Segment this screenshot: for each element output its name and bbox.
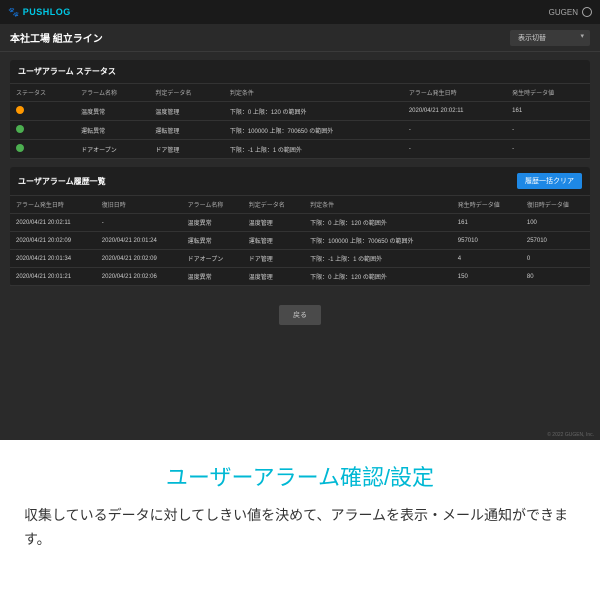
table-row[interactable]: 温度異常温度管理下限：0 上限：120 の範囲外2020/04/21 20:02… xyxy=(10,102,590,121)
col-header: 復旧時データ値 xyxy=(521,196,590,214)
topbar: 🐾 PUSHLOG GUGEN xyxy=(0,0,600,24)
col-header: アラーム発生日時 xyxy=(10,196,96,214)
status-dot-icon xyxy=(16,144,24,152)
table-row[interactable]: 2020/04/21 20:02:11-温度異常温度管理下限：0 上限：120 … xyxy=(10,214,590,232)
status-table: ステータスアラーム名称判定データ名判定条件アラーム発生日時発生時データ値 温度異… xyxy=(10,84,590,159)
table-row[interactable]: 2020/04/21 20:02:092020/04/21 20:01:24運転… xyxy=(10,232,590,250)
table-row[interactable]: 2020/04/21 20:01:212020/04/21 20:02:06温度… xyxy=(10,268,590,286)
status-dot-icon xyxy=(16,106,24,114)
status-dot-icon xyxy=(16,125,24,133)
display-select[interactable]: 表示切替 xyxy=(510,30,590,46)
back-area: 戻る xyxy=(0,294,600,335)
history-panel-header: ユーザアラーム履歴一覧 履歴一括クリア xyxy=(10,167,590,196)
page-title: 本社工場 組立ライン xyxy=(10,30,103,45)
table-row[interactable]: 2020/04/21 20:01:342020/04/21 20:02:09ドア… xyxy=(10,250,590,268)
app-shell: 🐾 PUSHLOG GUGEN 本社工場 組立ライン 表示切替 ユーザアラーム … xyxy=(0,0,600,440)
status-panel-header: ユーザアラーム ステータス xyxy=(10,60,590,84)
col-header: 復旧日時 xyxy=(96,196,182,214)
copyright: © 2022 GUGEN, Inc. xyxy=(547,432,594,438)
status-panel-title: ユーザアラーム ステータス xyxy=(18,66,582,77)
col-header: 発生時データ値 xyxy=(506,84,590,102)
back-button[interactable]: 戻る xyxy=(279,305,321,325)
table-row[interactable]: 運転異常運転管理下限：100000 上限：700650 の範囲外-- xyxy=(10,121,590,140)
history-panel: ユーザアラーム履歴一覧 履歴一括クリア アラーム発生日時復旧日時アラーム名称判定… xyxy=(10,167,590,286)
brand-logo[interactable]: 🐾 PUSHLOG xyxy=(8,7,71,18)
subheader: 本社工場 組立ライン 表示切替 xyxy=(0,24,600,52)
col-header: 発生時データ値 xyxy=(452,196,521,214)
clear-history-button[interactable]: 履歴一括クリア xyxy=(517,173,582,189)
org-name: GUGEN xyxy=(549,8,578,17)
user-icon[interactable] xyxy=(582,7,592,17)
col-header: 判定データ名 xyxy=(243,196,304,214)
col-header: アラーム発生日時 xyxy=(403,84,506,102)
paw-icon: 🐾 xyxy=(8,7,20,18)
brand-text: PUSHLOG xyxy=(23,7,71,17)
history-table: アラーム発生日時復旧日時アラーム名称判定データ名判定条件発生時データ値復旧時デー… xyxy=(10,196,590,286)
history-panel-title: ユーザアラーム履歴一覧 xyxy=(18,176,106,187)
status-panel: ユーザアラーム ステータス ステータスアラーム名称判定データ名判定条件アラーム発… xyxy=(10,60,590,159)
display-select-wrap[interactable]: 表示切替 xyxy=(510,30,590,46)
col-header: アラーム名称 xyxy=(75,84,149,102)
col-header: 判定データ名 xyxy=(149,84,223,102)
col-header: 判定条件 xyxy=(304,196,452,214)
col-header: 判定条件 xyxy=(224,84,403,102)
topbar-right: GUGEN xyxy=(549,7,592,17)
col-header: ステータス xyxy=(10,84,75,102)
caption-desc: 収集しているデータに対してしきい値を決めて、アラームを表示・メール通知ができます… xyxy=(24,504,576,552)
caption-title: ユーザーアラーム確認/設定 xyxy=(24,460,576,492)
table-row[interactable]: ドアオープンドア管理下限：-1 上限：1 の範囲外-- xyxy=(10,140,590,159)
col-header: アラーム名称 xyxy=(182,196,243,214)
caption-block: ユーザーアラーム確認/設定 収集しているデータに対してしきい値を決めて、アラーム… xyxy=(0,440,600,576)
